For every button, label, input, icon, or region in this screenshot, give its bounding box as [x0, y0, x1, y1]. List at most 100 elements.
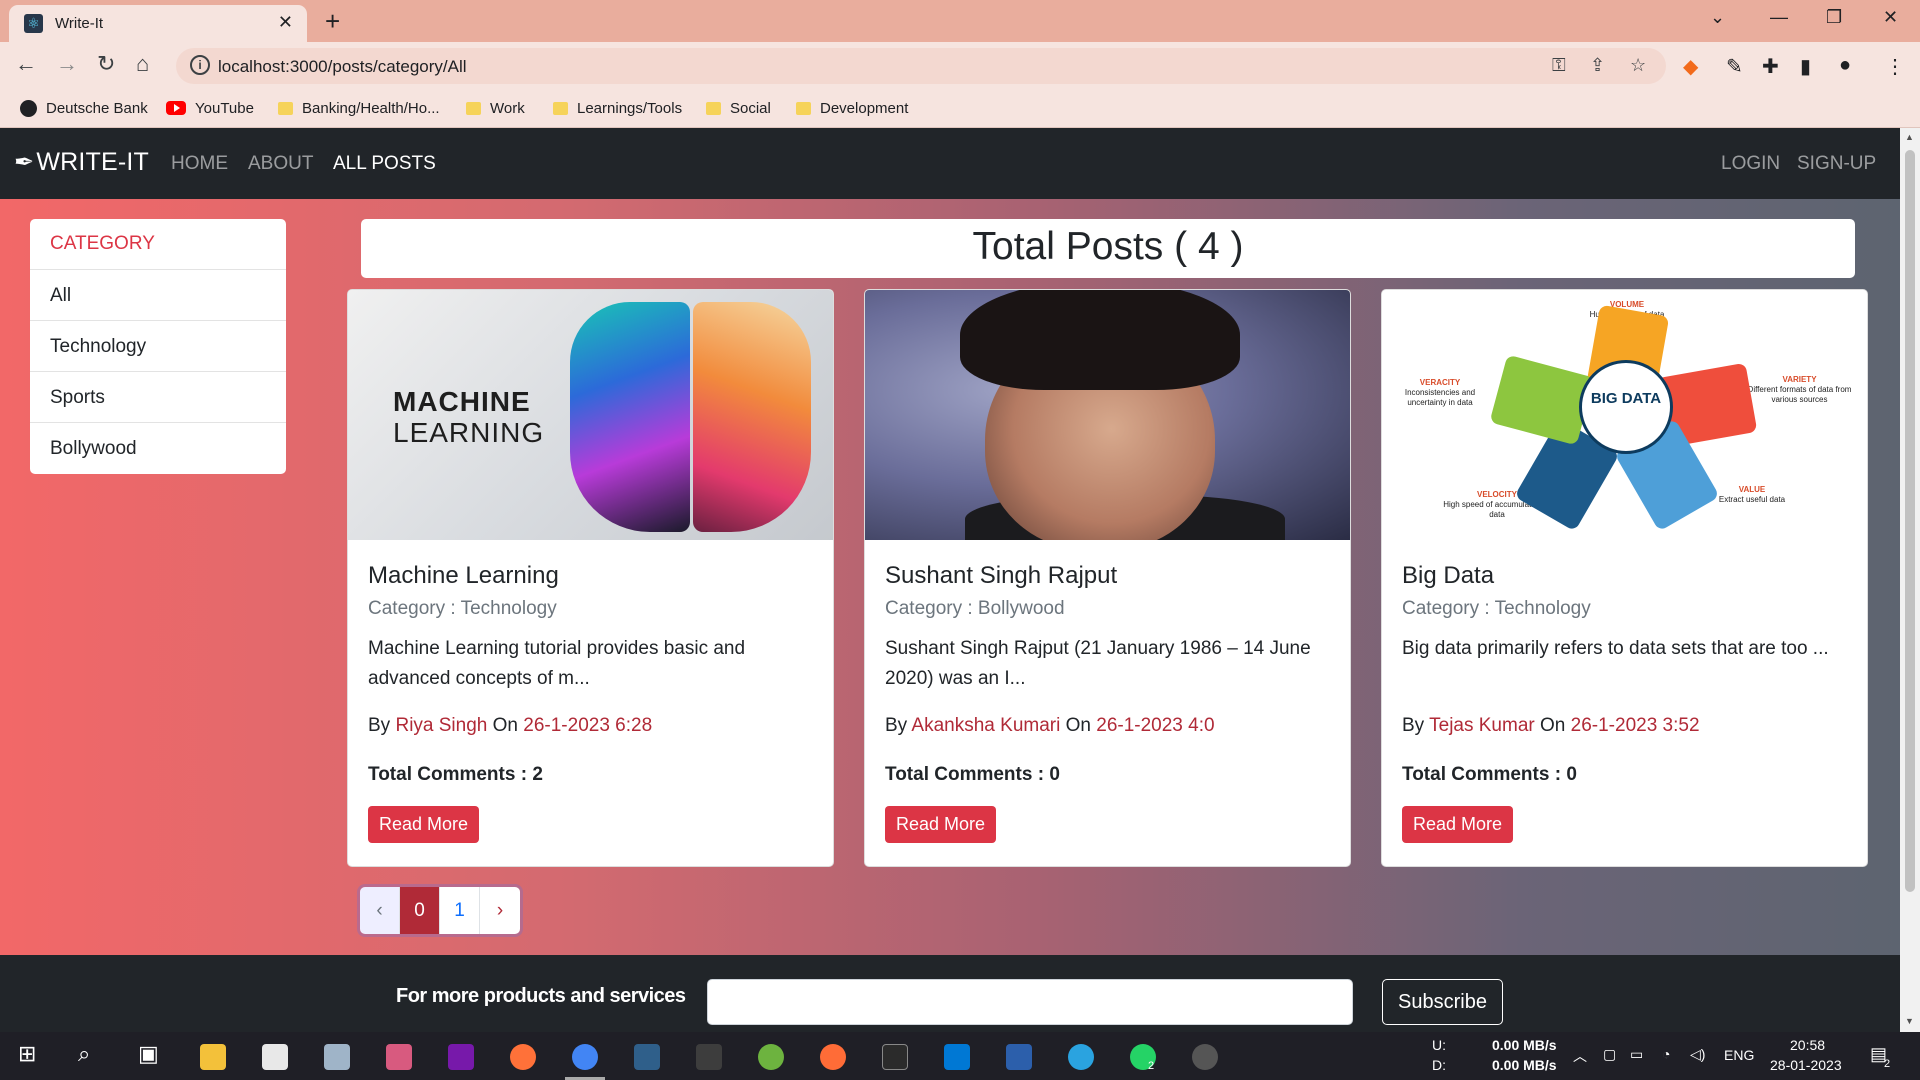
subscribe-email-input[interactable]: [707, 979, 1353, 1025]
pagination-page-0[interactable]: 0: [400, 887, 440, 934]
post-description: Big data primarily refers to data sets t…: [1402, 638, 1829, 659]
post-comments-count: Total Comments : 0: [885, 764, 1060, 785]
key-icon[interactable]: ⚿: [1552, 55, 1566, 76]
nav-about[interactable]: ABOUT: [248, 153, 313, 175]
onenote-icon[interactable]: [448, 1044, 474, 1070]
category-item-sports[interactable]: Sports: [30, 372, 286, 423]
chrome-icon[interactable]: [572, 1044, 598, 1070]
category-item-technology[interactable]: Technology: [30, 321, 286, 372]
bookmark-youtube[interactable]: YouTube: [166, 97, 254, 119]
read-more-button[interactable]: Read More: [368, 806, 480, 843]
veracity-label: VERACITY Inconsistencies and uncertainty …: [1404, 378, 1476, 407]
tab-search-icon[interactable]: ⌄: [1710, 7, 1725, 28]
terminal-icon[interactable]: [882, 1044, 908, 1070]
pagination-next[interactable]: ›: [480, 887, 520, 934]
search-icon[interactable]: ⌕: [78, 1041, 90, 1067]
volume-icon[interactable]: ◁): [1690, 1046, 1705, 1063]
nav-login[interactable]: LOGIN: [1721, 153, 1780, 175]
back-icon[interactable]: ←: [15, 51, 37, 77]
file-explorer-icon[interactable]: [200, 1044, 226, 1070]
folder-icon: [553, 101, 568, 115]
scroll-thumb[interactable]: [1905, 150, 1915, 892]
brave-extension-icon[interactable]: ◆: [1683, 54, 1698, 79]
bookmark-label: Deutsche Bank: [46, 99, 148, 117]
feather-pen-icon: ✒: [14, 149, 35, 176]
browser-tab[interactable]: ⚛ Write-It ✕: [9, 5, 307, 42]
bookmark-folder-work[interactable]: Work: [466, 97, 525, 119]
close-window-icon[interactable]: ✕: [1883, 7, 1898, 28]
pagination-prev[interactable]: ‹: [360, 887, 400, 934]
scroll-down-arrow-icon[interactable]: ▼: [1905, 1016, 1914, 1026]
clock-date[interactable]: 28-01-2023: [1770, 1057, 1842, 1073]
post-author: Tejas Kumar: [1429, 715, 1535, 736]
nav-sign-up[interactable]: SIGN-UP: [1797, 153, 1876, 175]
side-panel-icon[interactable]: ▮: [1800, 54, 1811, 79]
app-navbar: ✒ WRITE-IT HOME ABOUT ALL POSTS LOGIN SI…: [0, 128, 1900, 199]
pagination-page-1[interactable]: 1: [440, 887, 480, 934]
postman-icon[interactable]: [820, 1044, 846, 1070]
scroll-up-arrow-icon[interactable]: ▲: [1905, 132, 1914, 142]
close-tab-icon[interactable]: ✕: [278, 12, 293, 33]
subscribe-button[interactable]: Subscribe: [1382, 979, 1503, 1025]
extensions-puzzle-icon[interactable]: ✚: [1762, 54, 1779, 79]
mysql-workbench-icon[interactable]: [696, 1044, 722, 1070]
post-card: Sushant Singh Rajput Category : Bollywoo…: [864, 289, 1351, 867]
read-more-button[interactable]: Read More: [1402, 806, 1514, 843]
url-text[interactable]: localhost:3000/posts/category/All: [218, 57, 467, 77]
firefox-icon[interactable]: [510, 1044, 536, 1070]
vscode-icon[interactable]: [944, 1044, 970, 1070]
microsoft-store-icon[interactable]: [262, 1044, 288, 1070]
youtube-icon: [166, 101, 186, 115]
bookmark-folder-development[interactable]: Development: [796, 97, 908, 119]
image-caption: MACHINE: [393, 386, 531, 417]
tray-overflow-icon[interactable]: ︿: [1573, 1046, 1587, 1066]
category-item-all[interactable]: All: [30, 270, 286, 321]
bookmark-folder-social[interactable]: Social: [706, 97, 771, 119]
folder-icon: [278, 101, 293, 115]
bookmarks-bar: Deutsche Bank YouTube Banking/Health/Ho.…: [0, 90, 1920, 128]
meet-now-icon[interactable]: ▢: [1603, 1046, 1616, 1063]
battery-icon[interactable]: ▭: [1630, 1046, 1643, 1063]
category-item-bollywood[interactable]: Bollywood: [30, 423, 286, 474]
bookmark-folder-banking[interactable]: Banking/Health/Ho...: [278, 97, 440, 119]
browser-menu-icon[interactable]: ⋮: [1885, 54, 1905, 79]
address-bar[interactable]: i localhost:3000/posts/category/All ⚿ ⇪ …: [176, 48, 1666, 84]
post-date: 26-1-2023 6:28: [523, 715, 653, 736]
bookmark-star-icon[interactable]: ☆: [1630, 55, 1646, 76]
forward-icon[interactable]: →: [56, 51, 78, 77]
nav-home[interactable]: HOME: [171, 153, 228, 175]
sql-developer-icon[interactable]: [634, 1044, 660, 1070]
home-icon[interactable]: ⌂: [136, 51, 149, 77]
reload-icon[interactable]: ↻: [97, 51, 115, 77]
telegram-icon[interactable]: [1068, 1044, 1094, 1070]
browser-tab-bar: ⚛ Write-It ✕ + ⌄ — ❐ ✕: [0, 0, 1920, 42]
spring-tools-icon[interactable]: [758, 1044, 784, 1070]
powershell-icon[interactable]: [1006, 1044, 1032, 1070]
windows-taskbar: ⊞ ⌕ ▣ 2 U: D: 0.00 MB/s 0.00 MB/s ︿ ▢ ▭ …: [0, 1032, 1920, 1080]
brand-logo[interactable]: ✒ WRITE-IT: [14, 148, 149, 177]
on-label: On: [1065, 715, 1091, 736]
read-more-button[interactable]: Read More: [885, 806, 997, 843]
profile-avatar[interactable]: ●: [1839, 54, 1851, 77]
clock-time[interactable]: 20:58: [1790, 1037, 1825, 1053]
restore-icon[interactable]: ❐: [1826, 7, 1842, 28]
windows-start-icon[interactable]: ⊞: [18, 1041, 36, 1067]
image-caption: LEARNING: [393, 417, 545, 448]
language-indicator[interactable]: ENG: [1724, 1047, 1754, 1063]
remote-desktop-icon[interactable]: [324, 1044, 350, 1070]
site-info-icon[interactable]: i: [190, 55, 210, 75]
bookmark-deutsche-bank[interactable]: Deutsche Bank: [20, 97, 148, 119]
obs-icon[interactable]: [1192, 1044, 1218, 1070]
new-tab-icon[interactable]: +: [325, 6, 340, 37]
share-icon[interactable]: ⇪: [1590, 55, 1605, 76]
bookmark-folder-learnings[interactable]: Learnings/Tools: [553, 97, 682, 119]
bookmark-label: Social: [730, 99, 771, 117]
task-view-icon[interactable]: ▣: [138, 1041, 159, 1067]
dropper-extension-icon[interactable]: ✎: [1726, 54, 1743, 79]
paint-icon[interactable]: [386, 1044, 412, 1070]
nav-all-posts[interactable]: ALL POSTS: [333, 153, 436, 175]
minimize-icon[interactable]: —: [1770, 7, 1788, 28]
page-scrollbar[interactable]: ▲ ▼: [1900, 128, 1920, 1032]
wifi-icon[interactable]: ◔: [1662, 1046, 1670, 1062]
footer-text: For more products and services: [396, 985, 686, 1007]
